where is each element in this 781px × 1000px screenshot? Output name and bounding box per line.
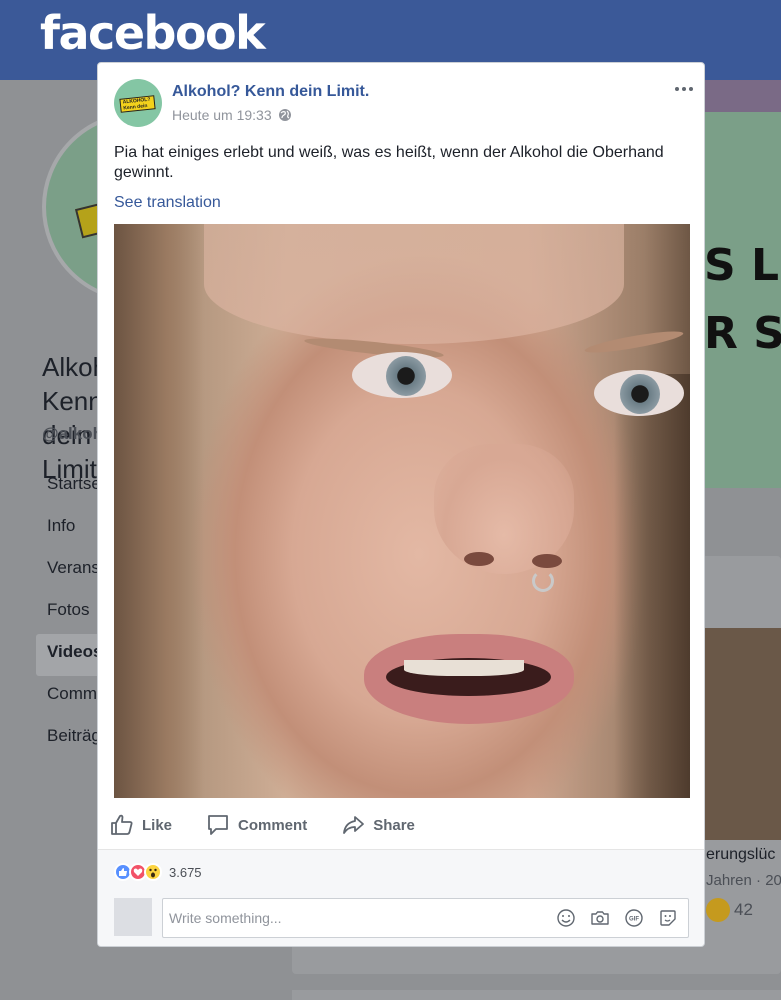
facebook-logo[interactable]: facebook — [40, 6, 266, 60]
video-thumbnail[interactable] — [704, 628, 781, 840]
image-iris-right — [620, 374, 660, 414]
video-card-title[interactable]: erungslüc — [706, 846, 775, 864]
like-label: Like — [142, 816, 173, 834]
image-hair-left — [114, 224, 204, 798]
comment-input[interactable] — [169, 899, 539, 937]
svg-text:GIF: GIF — [629, 917, 639, 923]
image-eye-right — [594, 370, 684, 416]
image-iris-left — [386, 356, 426, 396]
gif-icon[interactable]: GIF — [624, 908, 644, 928]
share-icon — [343, 816, 365, 834]
video-card-reaction-count: 42 — [734, 900, 753, 919]
page-handle: @alkohol — [42, 424, 102, 443]
image-hair-right — [614, 374, 690, 798]
post-card: ALKOHOL? Kenn dein Limit. Alkohol? Kenn … — [97, 62, 705, 947]
video-card-reactions: 42 — [706, 898, 753, 922]
post-timestamp[interactable]: Heute um 19:33 — [172, 107, 272, 123]
comment-icon — [208, 815, 228, 835]
image-mouth — [364, 634, 574, 724]
emoji-icon[interactable] — [556, 908, 576, 928]
image-eye-left — [352, 352, 452, 398]
cover-text: S LE R S — [704, 232, 781, 368]
cover-strip — [704, 80, 781, 112]
comment-tools: GIF — [556, 908, 678, 928]
image-brow-right — [583, 327, 685, 357]
like-button[interactable]: Like — [110, 813, 172, 837]
background-card-2 — [292, 990, 781, 1000]
wow-reaction-icon — [144, 863, 162, 881]
page-avatar[interactable]: ALKOHOL? Kenn dein Limit. — [114, 79, 162, 127]
globe-icon — [278, 109, 291, 121]
more-options-icon[interactable] — [672, 79, 696, 99]
commenter-avatar — [114, 898, 152, 936]
comment-label: Comment — [238, 816, 308, 834]
video-card-meta: Jahren · 20 — [706, 872, 781, 889]
comment-box[interactable]: GIF — [162, 898, 689, 938]
image-nostril-left — [464, 552, 494, 566]
camera-icon[interactable] — [590, 908, 610, 928]
post-footer: 3.675 GIF — [98, 849, 704, 946]
share-button[interactable]: Share — [341, 813, 415, 837]
image-forehead — [204, 224, 624, 344]
see-translation-link[interactable]: See translation — [114, 194, 221, 212]
post-video-image[interactable] — [114, 224, 690, 798]
thumbs-up-icon — [111, 814, 133, 835]
cover-text-line: S LE — [704, 240, 781, 291]
post-text: Pia hat einiges erlebt und weiß, was es … — [114, 144, 664, 181]
sticker-icon[interactable] — [658, 908, 678, 928]
wow-reaction-icon — [706, 898, 730, 922]
reactions-summary[interactable]: 3.675 — [114, 862, 202, 882]
image-teeth — [404, 660, 524, 676]
cover-text-line: R S — [704, 308, 781, 359]
image-nostril-right — [532, 554, 562, 568]
avatar-sticker: ALKOHOL? Kenn dein Limit. — [119, 95, 156, 113]
post-actions: Like Comment Share — [110, 809, 449, 841]
post-timestamp-row: Heute um 19:33 — [172, 107, 292, 123]
post-page-name[interactable]: Alkohol? Kenn dein Limit. — [172, 83, 369, 101]
image-nose-ring — [532, 570, 554, 592]
reaction-count: 3.675 — [169, 864, 202, 880]
comment-button[interactable]: Comment — [206, 813, 307, 837]
share-label: Share — [373, 816, 415, 834]
